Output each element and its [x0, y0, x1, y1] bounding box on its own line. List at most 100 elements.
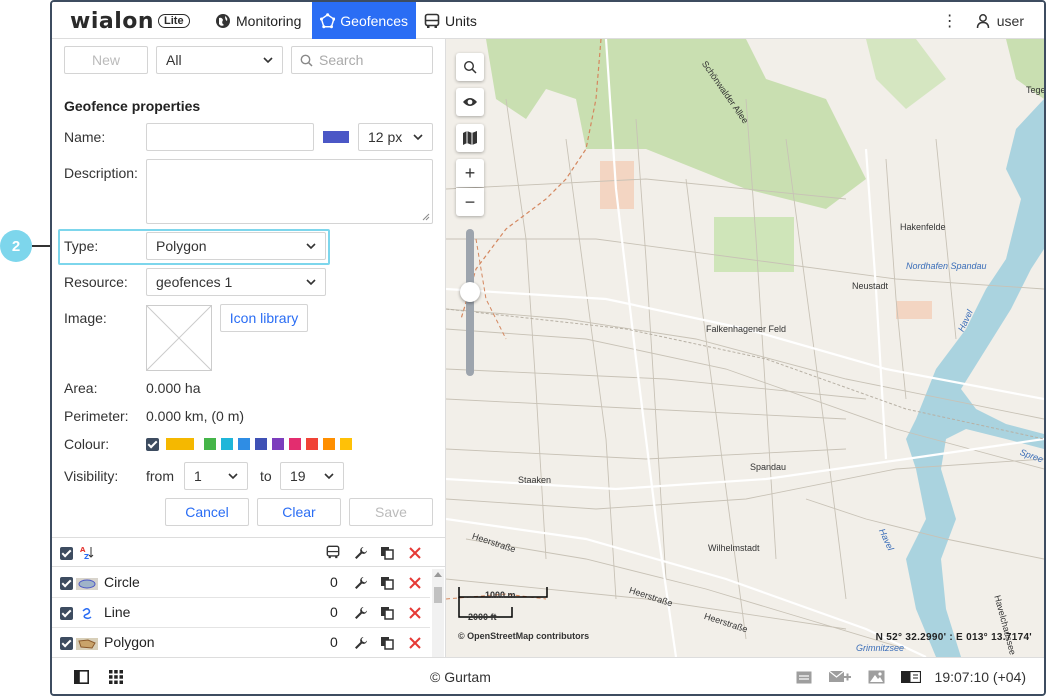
- visibility-label: Visibility:: [64, 468, 119, 484]
- bus-icon: [424, 13, 440, 28]
- wrench-icon[interactable]: [354, 576, 368, 590]
- copy-icon[interactable]: [380, 576, 394, 590]
- delete-icon[interactable]: [408, 606, 422, 620]
- user-menu[interactable]: user: [965, 13, 1044, 29]
- nav-monitoring[interactable]: Monitoring: [207, 2, 309, 39]
- map-search-button[interactable]: [456, 53, 484, 81]
- save-button[interactable]: Save: [349, 498, 433, 526]
- geofence-icon: [320, 12, 336, 28]
- search-input[interactable]: Search: [291, 46, 433, 74]
- geofence-row-circle[interactable]: Circle 0: [52, 568, 430, 598]
- svg-text:Z: Z: [84, 553, 89, 559]
- wrench-icon[interactable]: [354, 636, 368, 650]
- map-view[interactable]: + − Schönwalder Allee Tege Hakenfelde No…: [446, 39, 1044, 657]
- more-menu-icon[interactable]: ⋮: [935, 11, 965, 31]
- geofence-row-line[interactable]: Line 0: [52, 598, 430, 628]
- map-label: Neustadt: [852, 281, 889, 291]
- map-coordinates: N 52° 32.2990' : E 013° 13.7174': [875, 632, 1032, 643]
- colour-label: Colour:: [64, 436, 110, 452]
- search-icon: [463, 60, 477, 74]
- list-scrollbar[interactable]: [432, 569, 444, 657]
- type-label: Type:: [64, 238, 99, 254]
- apps-grid-icon[interactable]: [109, 670, 123, 684]
- delete-icon[interactable]: [408, 636, 422, 650]
- map-label: Hakenfelde: [900, 222, 946, 232]
- notifications-icon[interactable]: [796, 671, 812, 684]
- chevron-down-icon: [324, 473, 334, 480]
- filter-select[interactable]: All: [156, 46, 283, 74]
- zoom-in-button[interactable]: +: [456, 159, 484, 187]
- visibility-from-select[interactable]: 1: [184, 462, 248, 490]
- visibility-to-value: 19: [290, 468, 306, 484]
- map-label: Staaken: [518, 475, 552, 485]
- sort-alpha-icon[interactable]: AZ: [80, 545, 94, 559]
- name-field[interactable]: [146, 123, 314, 151]
- colour-swatch[interactable]: [323, 438, 335, 450]
- bus-icon[interactable]: [326, 545, 340, 559]
- wrench-icon[interactable]: [354, 606, 368, 620]
- image-gallery-icon[interactable]: [868, 670, 885, 684]
- font-size-select[interactable]: 12 px: [358, 123, 433, 151]
- image-placeholder-icon[interactable]: [146, 305, 212, 371]
- colour-swatch[interactable]: [306, 438, 318, 450]
- description-textarea[interactable]: [146, 159, 433, 224]
- bottom-status-bar: © Gurtam 19:07:10 (+04): [52, 657, 1044, 694]
- colour-swatch[interactable]: [255, 438, 267, 450]
- map-label: Tege: [1026, 85, 1044, 95]
- row-checkbox[interactable]: [60, 607, 73, 620]
- toggle-panel-icon[interactable]: [74, 670, 89, 684]
- scale-meters-label: 1000 m: [485, 590, 516, 600]
- delete-icon[interactable]: [408, 576, 422, 590]
- colour-swatch[interactable]: [340, 438, 352, 450]
- colour-swatch[interactable]: [166, 438, 194, 450]
- colour-swatch[interactable]: [289, 438, 301, 450]
- colour-swatch[interactable]: [204, 438, 216, 450]
- filter-select-value: All: [166, 52, 182, 68]
- row-checkbox[interactable]: [60, 637, 73, 650]
- minus-icon: −: [464, 191, 476, 212]
- visibility-to-select[interactable]: 19: [280, 462, 344, 490]
- colour-swatch[interactable]: [272, 438, 284, 450]
- messages-icon[interactable]: [829, 670, 851, 684]
- font-size-value: 12 px: [368, 129, 403, 145]
- name-colour-swatch[interactable]: [323, 131, 349, 143]
- zoom-out-button[interactable]: −: [456, 188, 484, 216]
- scroll-thumb[interactable]: [434, 587, 442, 603]
- zoom-slider-track[interactable]: [466, 229, 474, 376]
- new-button[interactable]: New: [64, 46, 148, 74]
- polygon-geofence-thumbnail-icon: [76, 638, 98, 650]
- copy-icon[interactable]: [380, 606, 394, 620]
- map-label: Nordhafen Spandau: [906, 261, 987, 271]
- map-label: Spandau: [750, 462, 787, 472]
- cancel-button[interactable]: Cancel: [165, 498, 249, 526]
- map-layers-button[interactable]: [456, 124, 484, 152]
- resource-select[interactable]: geofences 1: [146, 268, 326, 296]
- delete-icon[interactable]: [408, 546, 422, 560]
- colour-swatch[interactable]: [221, 438, 233, 450]
- copy-icon[interactable]: [380, 636, 394, 650]
- resource-label: Resource:: [64, 274, 128, 290]
- wrench-icon[interactable]: [354, 546, 368, 560]
- colour-checkbox[interactable]: [146, 438, 159, 451]
- geofence-row-polygon[interactable]: Polygon 0: [52, 628, 430, 658]
- map-visibility-button[interactable]: [456, 88, 484, 116]
- map-icon: [463, 131, 477, 145]
- icon-library-button[interactable]: Icon library: [220, 304, 308, 332]
- map-tiles: [446, 39, 1044, 657]
- nav-units[interactable]: Units: [416, 2, 485, 39]
- current-time: 19:07:10 (+04): [934, 669, 1026, 685]
- scroll-up-arrow-icon[interactable]: [434, 572, 442, 577]
- select-all-checkbox[interactable]: [60, 547, 73, 560]
- resize-handle-icon[interactable]: [422, 213, 430, 221]
- user-name: user: [996, 12, 1024, 29]
- type-select[interactable]: Polygon: [146, 232, 326, 260]
- zoom-slider-handle[interactable]: [460, 282, 480, 302]
- copy-icon[interactable]: [380, 546, 394, 560]
- row-checkbox[interactable]: [60, 577, 73, 590]
- layout-toggle-icon[interactable]: [901, 671, 921, 683]
- chevron-down-icon: [263, 57, 273, 64]
- nav-geofences[interactable]: Geofences: [312, 2, 416, 39]
- clear-button[interactable]: Clear: [257, 498, 341, 526]
- line-geofence-icon: [82, 607, 92, 620]
- colour-swatch[interactable]: [238, 438, 250, 450]
